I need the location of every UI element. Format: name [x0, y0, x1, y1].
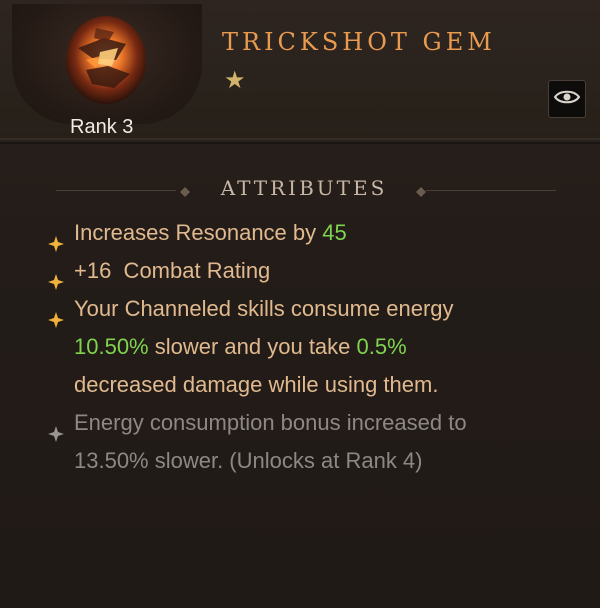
attribute-value-energy: 10.50% [74, 334, 149, 359]
attribute-text-line2: 13.50% slower. (Unlocks at Rank 4) [74, 448, 423, 473]
attributes-section-header: ATTRIBUTES [0, 176, 600, 206]
attribute-value-damage: 0.5% [356, 334, 407, 359]
attribute-text-line1: Your Channeled skills consume energy [74, 296, 454, 321]
diamond-bullet-icon [48, 226, 64, 252]
header-divider [0, 138, 600, 144]
divider-right [426, 190, 556, 191]
trickshot-gem-icon [56, 8, 156, 108]
rank-label: Rank 3 [70, 116, 134, 138]
attribute-text-line2: slower and you take [148, 334, 357, 359]
attribute-locked-bonus: Energy consumption bonus increased to 13… [48, 404, 568, 480]
diamond-bullet-icon [48, 264, 64, 290]
divider-left [56, 190, 176, 191]
attribute-text-line3: decreased damage while using them. [74, 372, 439, 397]
attribute-resonance: Increases Resonance by 45 [48, 214, 568, 252]
attribute-combat-rating: +16 Combat Rating [48, 252, 568, 290]
compare-button[interactable] [548, 80, 586, 118]
section-title: ATTRIBUTES [220, 176, 388, 200]
diamond-bullet-locked-icon [48, 416, 64, 442]
item-title: TRICKSHOT GEM [222, 28, 496, 56]
diamond-ornament-left [180, 184, 190, 197]
attribute-text-line1: Energy consumption bonus increased to [74, 410, 467, 435]
star-icon: ★ [224, 67, 246, 94]
tooltip-header: Rank 3 TRICKSHOT GEM ★ [0, 0, 600, 140]
eye-icon [553, 89, 581, 110]
diamond-ornament-right [416, 184, 426, 197]
diamond-bullet-icon [48, 302, 64, 328]
attribute-text: Combat Rating [111, 258, 271, 283]
attribute-channeled-skills: Your Channeled skills consume energy 10.… [48, 290, 568, 404]
attribute-text: Increases Resonance by [74, 220, 323, 245]
attribute-value: 45 [322, 220, 347, 245]
attribute-value: +16 [74, 258, 112, 283]
item-tooltip: Rank 3 TRICKSHOT GEM ★ ATTRIBUTES Increa… [0, 0, 600, 608]
attribute-list: Increases Resonance by 45 +16 Combat Rat… [48, 214, 568, 480]
